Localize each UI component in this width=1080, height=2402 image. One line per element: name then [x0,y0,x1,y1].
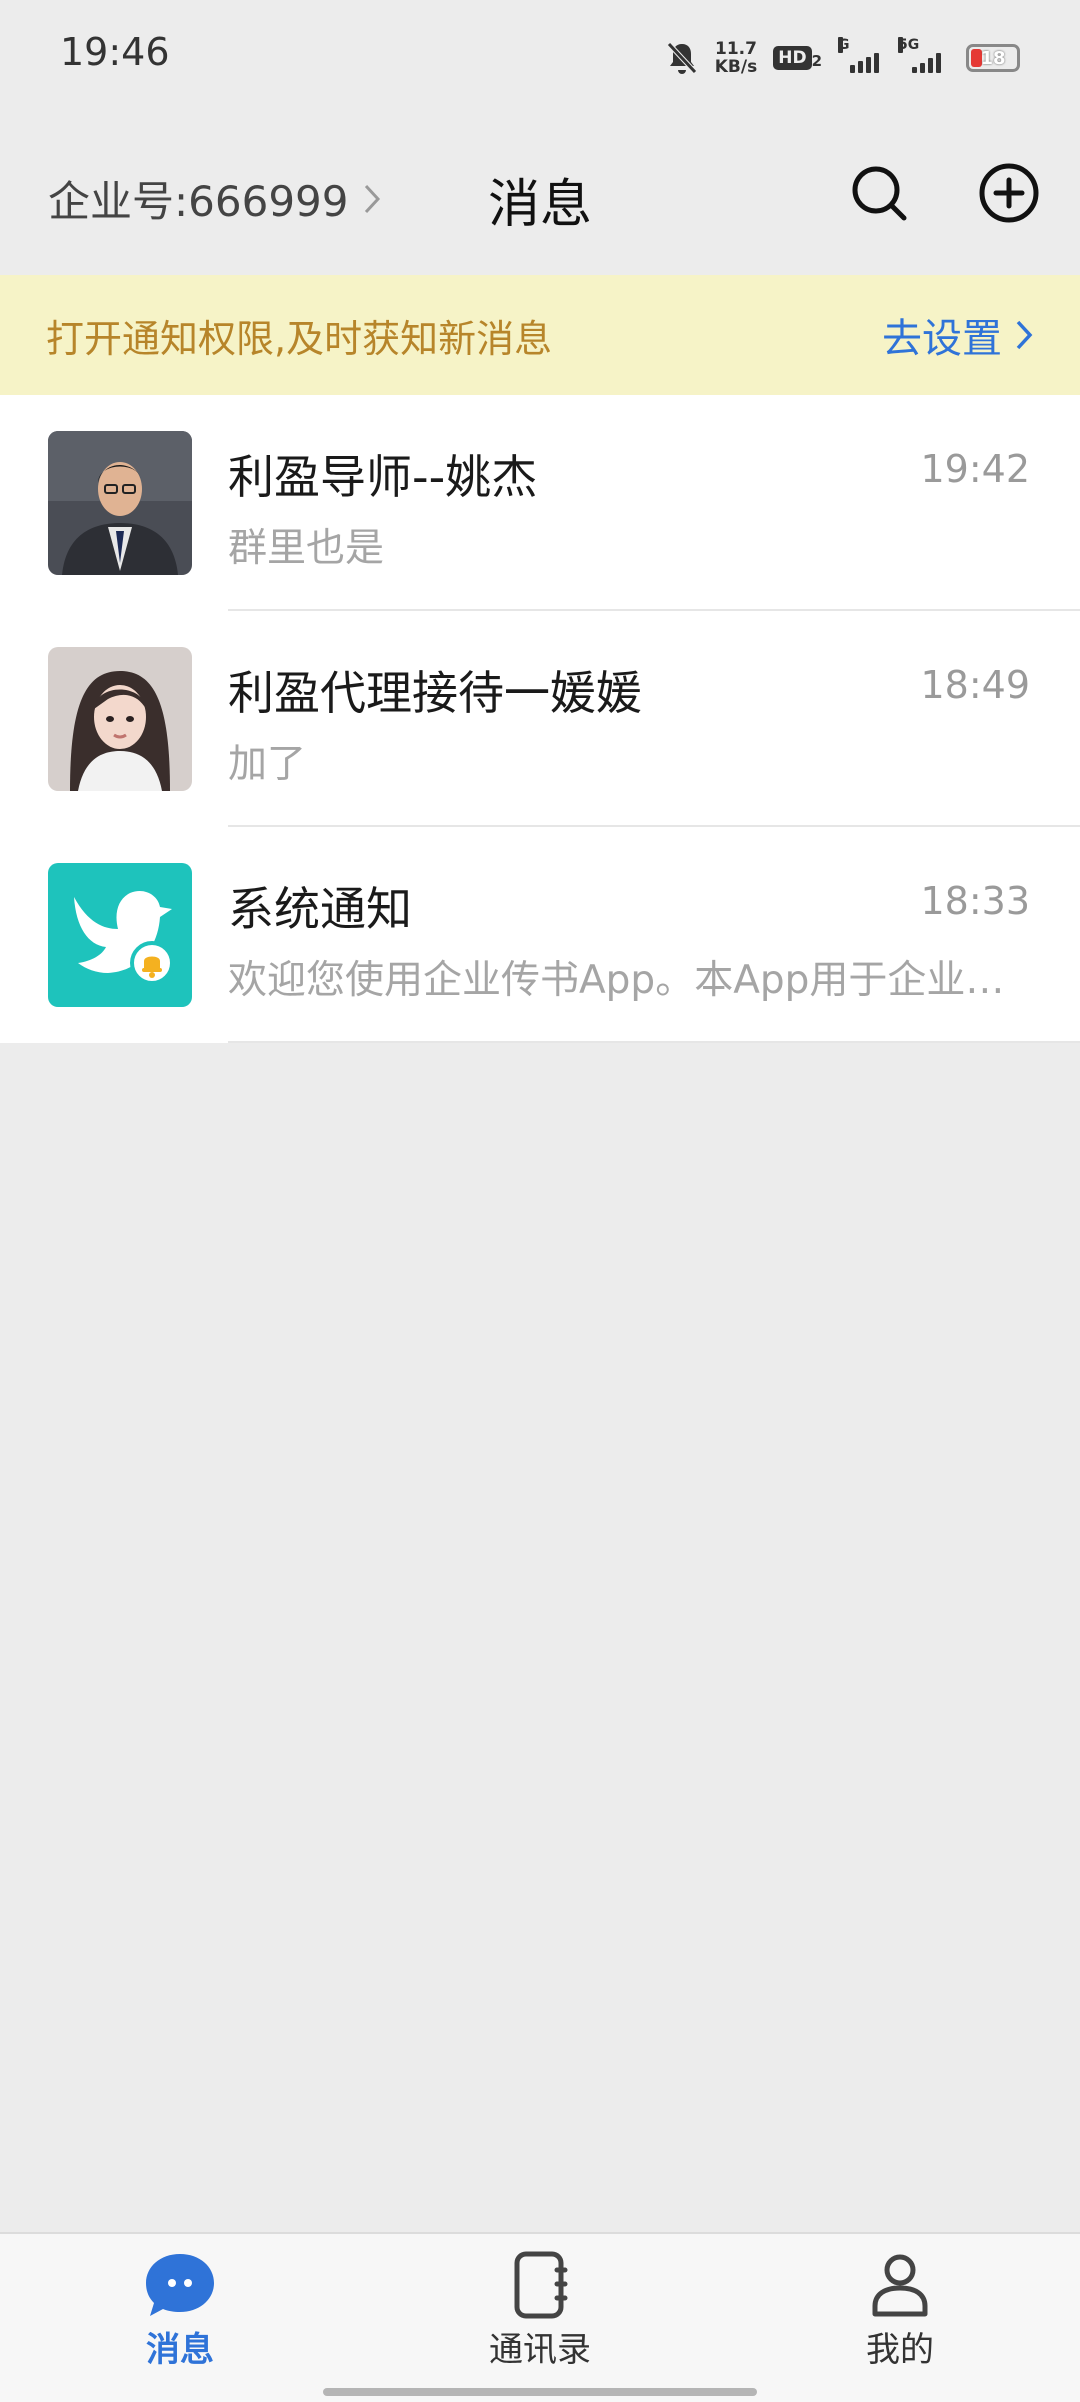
net-speed-unit: KB/s [714,57,758,77]
chat-item[interactable]: 系统通知 18:33 欢迎您使用企业传书App。本App用于企业内部沟通协作 [0,827,1080,1043]
signal-5g-icon: 5G [898,37,950,73]
woman-avatar-icon [48,647,192,791]
man-avatar-icon [48,431,192,575]
go-settings-link[interactable]: 去设置 [882,306,1034,364]
nav-contacts-label: 通讯录 [489,2330,591,2370]
notice-text: 打开通知权限,及时获知新消息 [46,316,553,361]
add-circle-icon [979,163,1039,223]
chat-list: 利盈导师--姚杰 19:42 群里也是 利盈代理接待一媛媛 18:49 加了 系… [0,395,1080,1043]
hd-sub: 2 [811,52,822,70]
chevron-right-icon [1016,320,1033,350]
status-icons: 11.7 KB/s HD 2 G 5G 18 [665,28,1020,88]
person-icon [872,2254,928,2317]
search-icon [852,166,907,221]
nav-messages[interactable]: 消息 [80,2250,280,2371]
signal-5g-label: 5G [898,37,920,53]
company-id-label: 企业号:666999 [48,177,349,226]
chat-time: 18:49 [920,663,1030,707]
nav-messages-label: 消息 [146,2330,214,2370]
home-indicator[interactable] [323,2388,757,2396]
nav-me[interactable]: 我的 [800,2250,1000,2371]
signal-icon: G [838,37,882,73]
page-title: 消息 [487,175,592,235]
signal-label: G [838,37,850,53]
chat-item[interactable]: 利盈导师--姚杰 19:42 群里也是 [0,395,1080,611]
chat-bubble-icon [146,2254,214,2316]
bottom-nav: 消息 通讯录 我的 [0,2232,1080,2402]
avatar [48,647,192,791]
net-speed: 11.7 KB/s [715,40,757,76]
hd-badge: HD [773,46,812,70]
avatar [48,431,192,575]
mute-bell-icon [666,42,697,74]
notification-permission-banner: 打开通知权限,及时获知新消息 去设置 [0,275,1080,395]
chat-name: 利盈代理接待一媛媛 [228,666,642,720]
battery-icon: 18 [966,44,1020,72]
search-button[interactable] [844,158,914,228]
chat-time: 19:42 [920,447,1030,491]
status-bar: 19:46 11.7 KB/s HD 2 G 5G 18 [0,0,1080,110]
battery-level: 18 [980,47,1006,69]
net-speed-value: 11.7 [715,39,757,59]
chat-name: 系统通知 [228,882,412,936]
chat-preview: 欢迎您使用企业传书App。本App用于企业内部沟通协作 [228,958,1030,1003]
contacts-book-icon [514,2251,568,2319]
chat-preview: 群里也是 [228,526,385,571]
avatar [48,863,192,1007]
top-header: 企业号:666999 消息 [0,110,1080,275]
row-divider [228,1041,1080,1043]
chat-time: 18:33 [920,879,1030,923]
nav-contacts[interactable]: 通讯录 [440,2250,640,2371]
chat-item[interactable]: 利盈代理接待一媛媛 18:49 加了 [0,611,1080,827]
go-settings-label: 去设置 [882,316,1002,362]
company-id-link[interactable]: 企业号:666999 [48,168,382,229]
dove-bell-logo-icon [48,863,192,1007]
add-button[interactable] [974,158,1044,228]
chevron-right-icon [365,184,381,213]
chat-name: 利盈导师--姚杰 [228,450,538,504]
nav-me-label: 我的 [866,2330,934,2370]
chat-preview: 加了 [228,742,307,787]
status-time: 19:46 [60,30,170,74]
hd-indicator: HD 2 [773,46,822,70]
